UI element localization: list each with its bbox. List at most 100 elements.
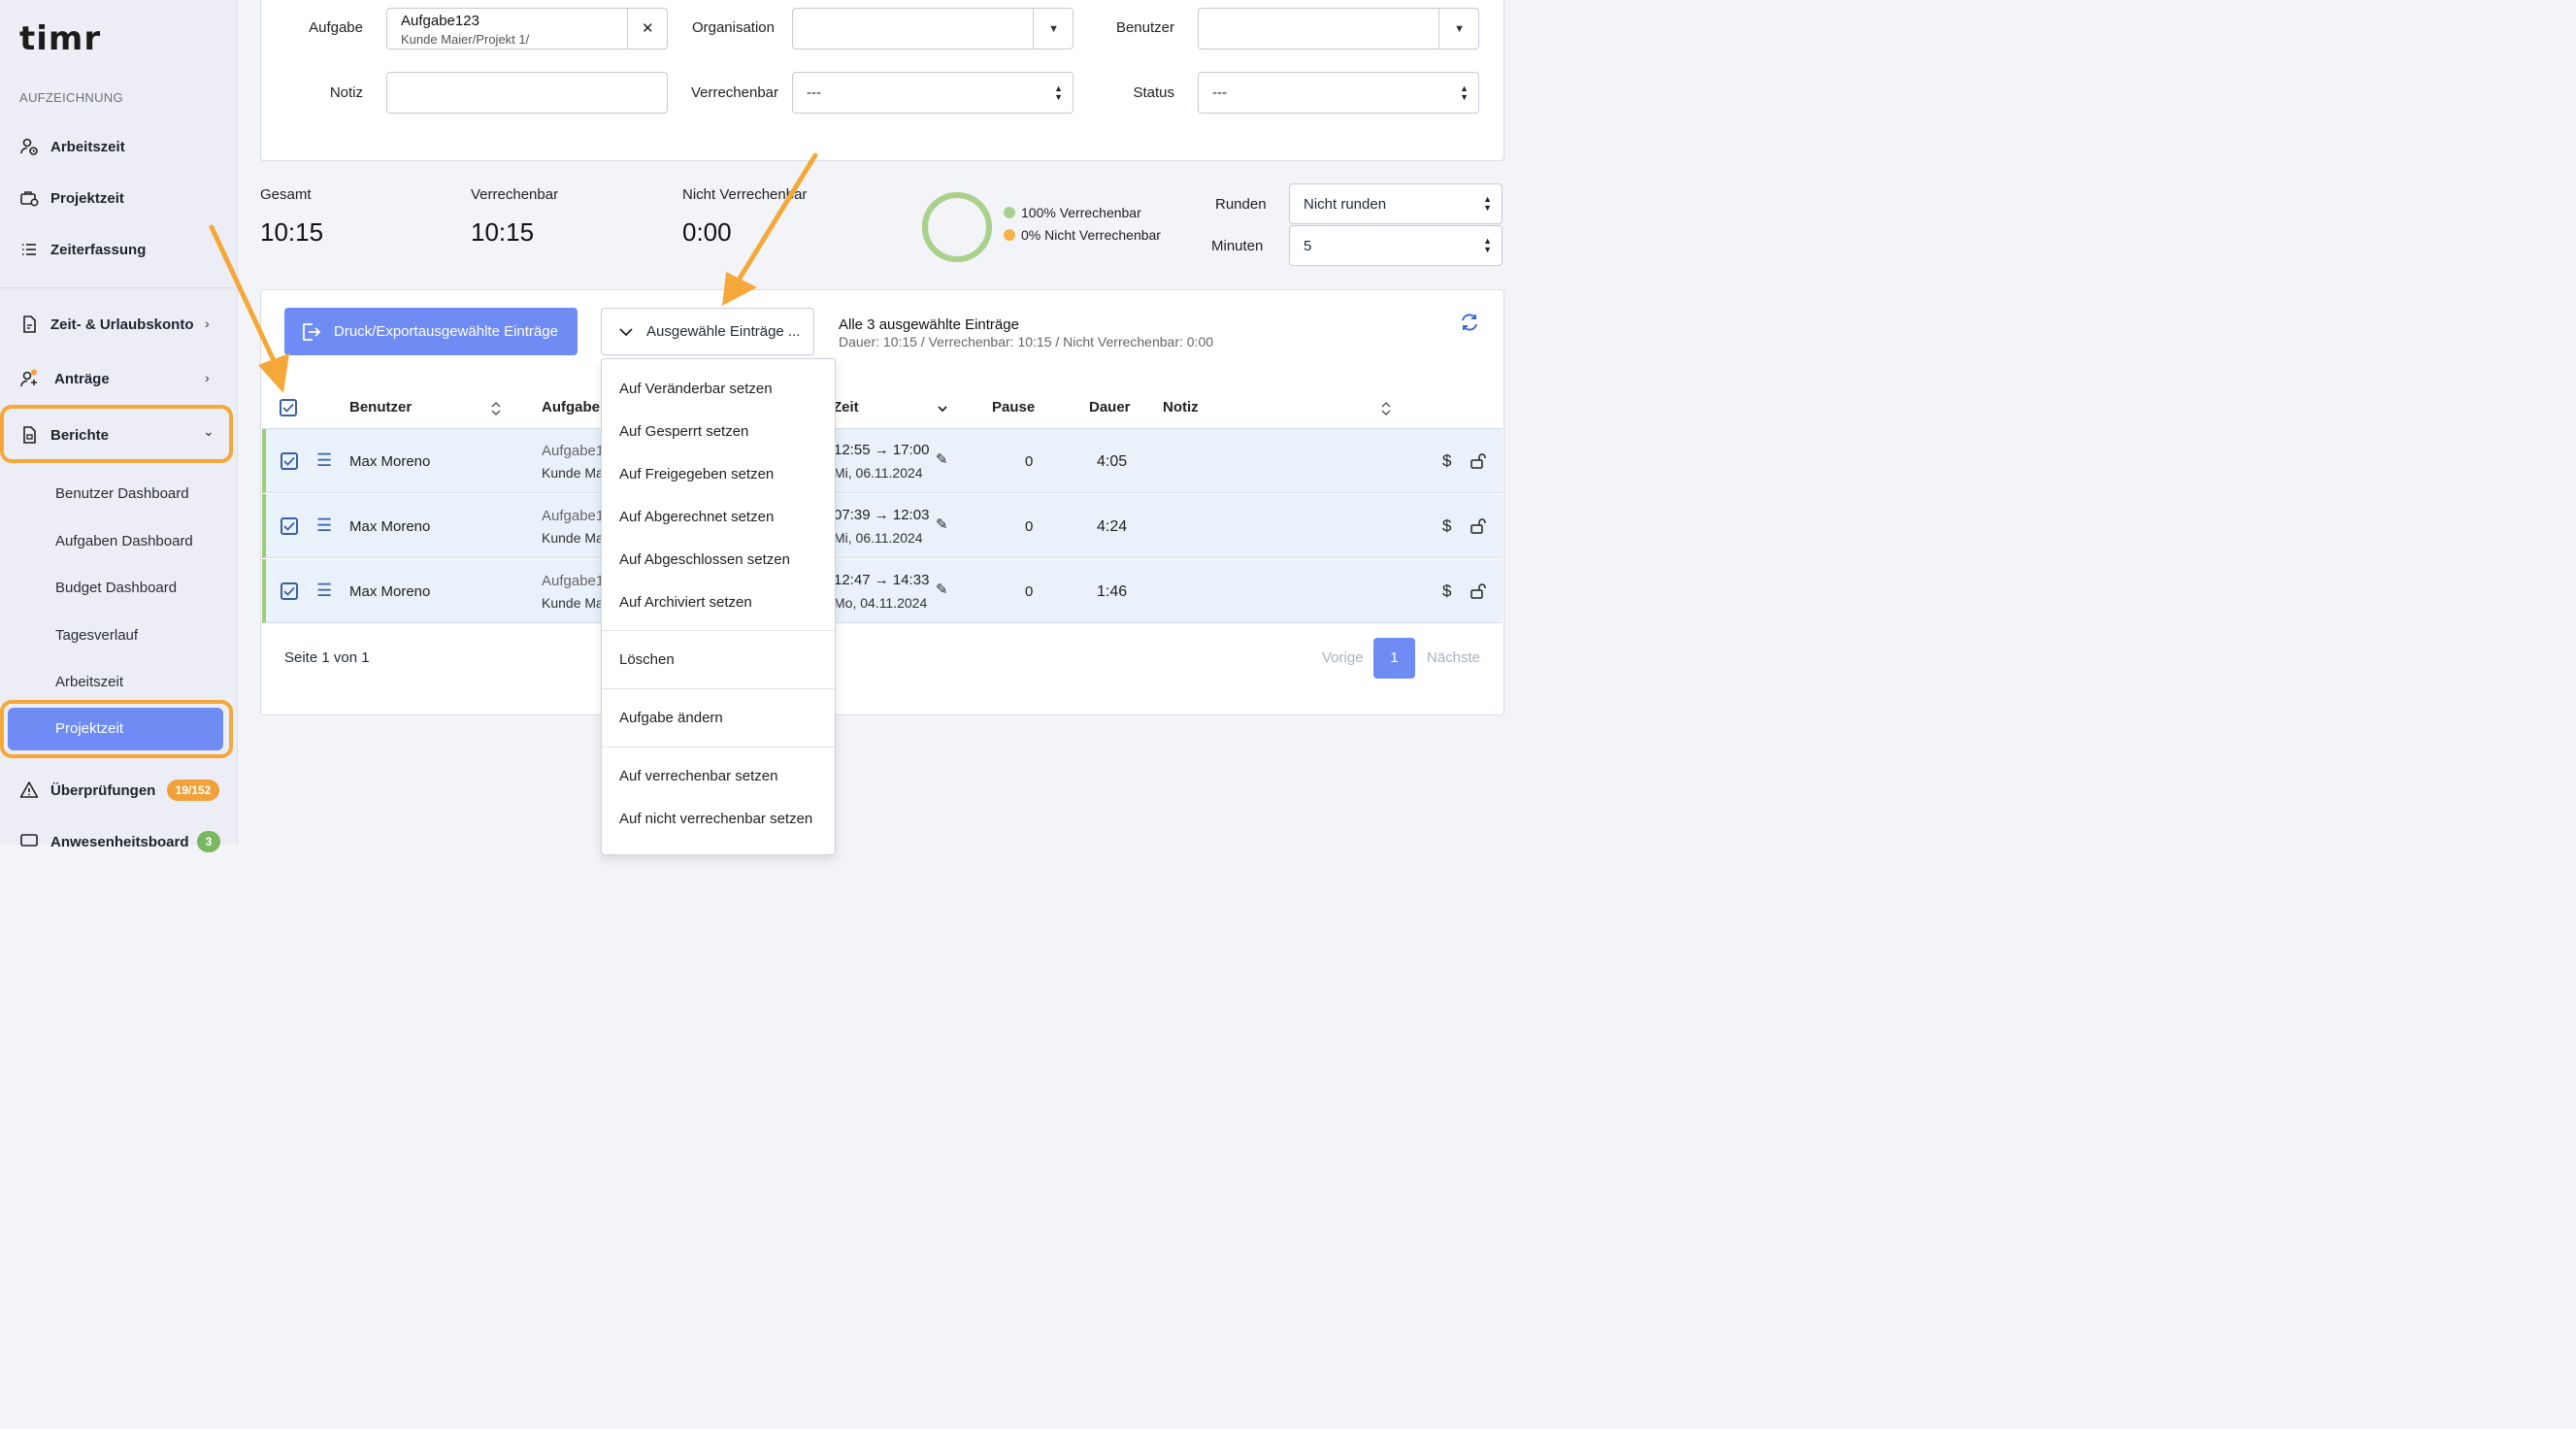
table-row[interactable]: ☰ Max Moreno Aufgabe123 Kunde Maier/Proj… [262, 559, 1503, 623]
row-user: Max Moreno [349, 518, 431, 535]
benutzer-label: Benutzer [1115, 19, 1174, 36]
caret-down-icon: ▼ [1048, 22, 1059, 35]
drag-handle-icon[interactable]: ☰ [316, 515, 332, 536]
menu-divider [602, 630, 835, 631]
sidebar-item-label: Überprüfungen [50, 781, 156, 799]
minuten-select[interactable]: 5 ▲ ▼ [1289, 225, 1503, 266]
sidebar-item-label: Projektzeit [50, 189, 124, 207]
sidebar-sub-aufgaben-dashboard[interactable]: Aufgaben Dashboard [55, 533, 193, 549]
menu-item-aufgabe-aendern[interactable]: Aufgabe ändern [619, 710, 723, 726]
table-row[interactable]: ☰ Max Moreno Aufgabe123 Kunde Maier/Proj… [262, 494, 1503, 558]
edit-icon[interactable]: ✎ [936, 450, 948, 468]
menu-item-freigegeben[interactable]: Auf Freigegeben setzen [619, 466, 774, 482]
chevron-down-icon[interactable] [937, 403, 948, 415]
aufgabe-sub: Kunde Maier/Projekt 1/ [401, 32, 530, 47]
status-select[interactable]: --- ▲ ▼ [1198, 72, 1479, 114]
chevron-down-icon: ⌄ [203, 423, 215, 439]
billable-dollar-icon[interactable]: $ [1442, 582, 1451, 601]
organisation-select[interactable]: ▼ [792, 8, 1073, 50]
drag-handle-icon[interactable]: ☰ [316, 450, 332, 471]
sidebar-item-label: Berichte [50, 426, 110, 444]
column-header-zeit[interactable]: Zeit [833, 399, 859, 415]
column-header-benutzer[interactable]: Benutzer [349, 399, 412, 415]
row-user: Max Moreno [349, 453, 431, 470]
notiz-input[interactable] [386, 72, 668, 114]
sidebar-item-zeit-urlaubskonto[interactable]: Zeit- & Urlaubskonto [19, 315, 194, 334]
row-checkbox[interactable] [281, 452, 298, 470]
menu-item-loeschen[interactable]: Löschen [619, 651, 675, 668]
column-header-notiz[interactable]: Notiz [1163, 399, 1199, 415]
sidebar-sub-projektzeit-active[interactable]: Projektzeit [8, 708, 223, 750]
billable-donut-chart [922, 192, 992, 262]
section-label-aufzeichnung: AUFZEICHNUNG [19, 90, 123, 105]
refresh-icon[interactable] [1459, 312, 1480, 333]
arrow-to-dropdown [722, 152, 818, 306]
chevron-right-icon: › [205, 370, 210, 385]
row-checkbox[interactable] [281, 517, 298, 535]
row-dauer: 4:24 [1097, 518, 1128, 535]
sidebar-item-antraege[interactable]: Anträge [19, 369, 110, 388]
select-all-checkbox[interactable] [280, 399, 297, 416]
sidebar-item-label: Zeit- & Urlaubskonto [50, 316, 194, 333]
menu-item-abgeschlossen[interactable]: Auf Abgeschlossen setzen [619, 551, 790, 568]
row-pause: 0 [1025, 518, 1034, 535]
row-checkbox[interactable] [281, 582, 298, 600]
chevron-right-icon: › [205, 316, 210, 331]
sidebar-sub-tagesverlauf[interactable]: Tagesverlauf [55, 627, 138, 644]
sidebar-sub-benutzer-dashboard[interactable]: Benutzer Dashboard [55, 485, 189, 502]
edit-icon[interactable]: ✎ [936, 581, 948, 598]
sidebar-item-anwesenheitsboard[interactable]: Anwesenheitsboard [19, 832, 189, 851]
menu-item-gesperrt[interactable]: Auf Gesperrt setzen [619, 423, 748, 440]
column-header-aufgabe[interactable]: Aufgabe [542, 399, 600, 415]
sidebar-item-zeiterfassung[interactable]: Zeiterfassung [19, 240, 146, 259]
selected-entries-dropdown[interactable]: Ausgewähle Einträge ... [601, 308, 814, 355]
menu-item-nicht-verrechenbar[interactable]: Auf nicht verrechenbar setzen [619, 811, 812, 827]
selection-summary-title: Alle 3 ausgewählte Einträge [839, 316, 1019, 333]
column-header-dauer: Dauer [1089, 399, 1131, 415]
export-selected-button[interactable]: Druck/Exportausgewählte Einträge [284, 308, 578, 355]
menu-item-archiviert[interactable]: Auf Archiviert setzen [619, 594, 752, 611]
legend-dot-green [1004, 207, 1015, 218]
menu-item-abgerechnet[interactable]: Auf Abgerechnet setzen [619, 509, 774, 525]
sidebar-item-projektzeit[interactable]: Projektzeit [19, 188, 124, 208]
benutzer-select[interactable]: ▼ [1198, 8, 1479, 50]
runden-select[interactable]: Nicht runden ▲ ▼ [1289, 183, 1503, 224]
billable-dollar-icon[interactable]: $ [1442, 451, 1451, 471]
sidebar-item-ueberpruefungen[interactable]: Überprüfungen [19, 781, 155, 800]
pagination-next[interactable]: Nächste [1427, 649, 1480, 666]
billable-dollar-icon[interactable]: $ [1442, 516, 1451, 536]
sort-icon[interactable] [490, 400, 502, 417]
row-date: Mi, 06.11.2024 [834, 530, 923, 546]
unlock-icon[interactable] [1470, 582, 1489, 600]
check-icon [282, 403, 294, 413]
anwesenheitsboard-count-badge: 3 [197, 831, 220, 852]
status-label: Status [1133, 84, 1174, 101]
table-row[interactable]: ☰ Max Moreno Aufgabe123 Kunde Maier/Proj… [262, 429, 1503, 493]
unlock-icon[interactable] [1470, 517, 1489, 535]
edit-icon[interactable]: ✎ [936, 515, 948, 533]
sidebar-sub-budget-dashboard[interactable]: Budget Dashboard [55, 580, 177, 596]
field-divider [1033, 9, 1034, 49]
sort-icon[interactable] [1380, 400, 1392, 417]
sidebar-item-arbeitszeit[interactable]: Arbeitszeit [19, 137, 125, 156]
sidebar-item-berichte[interactable]: Berichte [19, 425, 109, 445]
aufgabe-field[interactable]: Aufgabe123 Kunde Maier/Projekt 1/ ✕ [386, 8, 668, 50]
pagination-page-1[interactable]: 1 [1373, 638, 1415, 679]
sidebar-item-label: Arbeitszeit [50, 138, 125, 155]
row-time: 12:47 → 14:33 [834, 572, 930, 588]
verrechenbar-select[interactable]: --- ▲ ▼ [792, 72, 1073, 114]
unlock-icon[interactable] [1470, 452, 1489, 470]
export-icon [303, 322, 321, 341]
row-dauer: 4:05 [1097, 453, 1128, 470]
legend-nicht-verrechenbar: 0% Nicht Verrechenbar [1004, 227, 1161, 243]
menu-item-verrechenbar[interactable]: Auf verrechenbar setzen [619, 768, 777, 784]
user-request-icon [20, 369, 37, 387]
caret-down-icon: ▼ [1454, 22, 1465, 35]
pagination-prev[interactable]: Vorige [1322, 649, 1364, 666]
menu-item-veraenderbar[interactable]: Auf Veränderbar setzen [619, 381, 773, 397]
row-pause: 0 [1025, 453, 1034, 470]
drag-handle-icon[interactable]: ☰ [316, 581, 332, 601]
clear-icon[interactable]: ✕ [642, 19, 654, 37]
timr-logo[interactable]: timr [19, 19, 101, 58]
sidebar-sub-arbeitszeit[interactable]: Arbeitszeit [55, 674, 123, 690]
